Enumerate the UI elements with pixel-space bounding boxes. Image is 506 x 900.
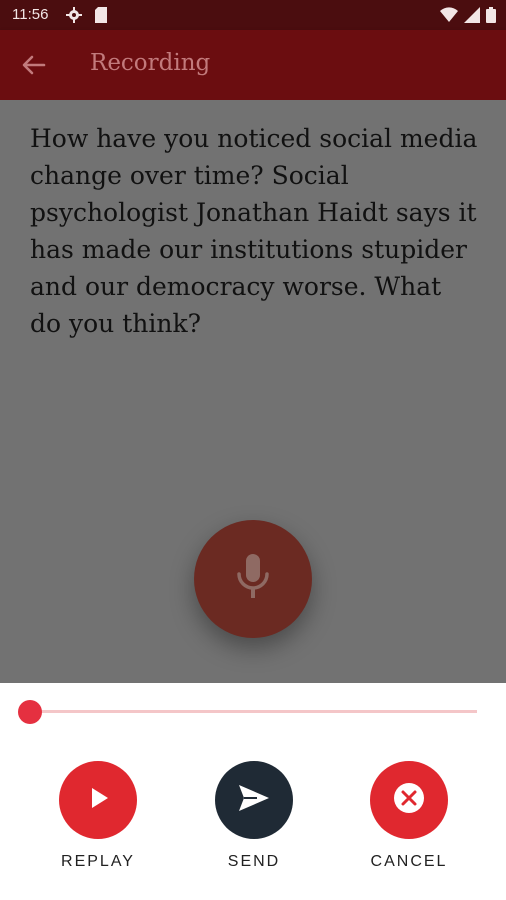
signal-icon bbox=[464, 7, 480, 28]
record-button[interactable] bbox=[194, 520, 312, 638]
play-icon bbox=[85, 785, 111, 816]
progress-thumb[interactable] bbox=[18, 700, 42, 724]
battery-icon bbox=[486, 7, 496, 28]
playback-panel: REPLAY SEND CANCEL bbox=[0, 683, 506, 900]
send-button[interactable] bbox=[215, 761, 293, 839]
status-icons bbox=[440, 7, 496, 28]
question-text: How have you noticed social media change… bbox=[30, 124, 478, 338]
page-title: Recording bbox=[90, 50, 211, 76]
progress-track[interactable] bbox=[30, 710, 477, 713]
recording-screen: 11:56 Recording How have you noticed soc… bbox=[0, 0, 506, 900]
back-button[interactable] bbox=[18, 50, 52, 80]
gear-icon bbox=[66, 7, 82, 28]
close-icon bbox=[392, 781, 426, 820]
replay-control: REPLAY bbox=[38, 761, 158, 871]
app-bar: Recording bbox=[0, 30, 506, 100]
cancel-label: CANCEL bbox=[370, 853, 448, 870]
sd-card-icon bbox=[95, 7, 107, 28]
arrow-left-icon bbox=[18, 55, 48, 84]
cancel-button[interactable] bbox=[370, 761, 448, 839]
cancel-control: CANCEL bbox=[349, 761, 469, 871]
microphone-icon bbox=[233, 552, 273, 607]
replay-label: REPLAY bbox=[61, 853, 135, 870]
status-time: 11:56 bbox=[12, 6, 49, 23]
replay-button[interactable] bbox=[59, 761, 137, 839]
status-bar: 11:56 bbox=[0, 0, 506, 30]
send-label: SEND bbox=[227, 853, 281, 870]
send-icon bbox=[237, 783, 271, 818]
send-control: SEND bbox=[194, 761, 314, 871]
wifi-icon bbox=[440, 7, 458, 28]
